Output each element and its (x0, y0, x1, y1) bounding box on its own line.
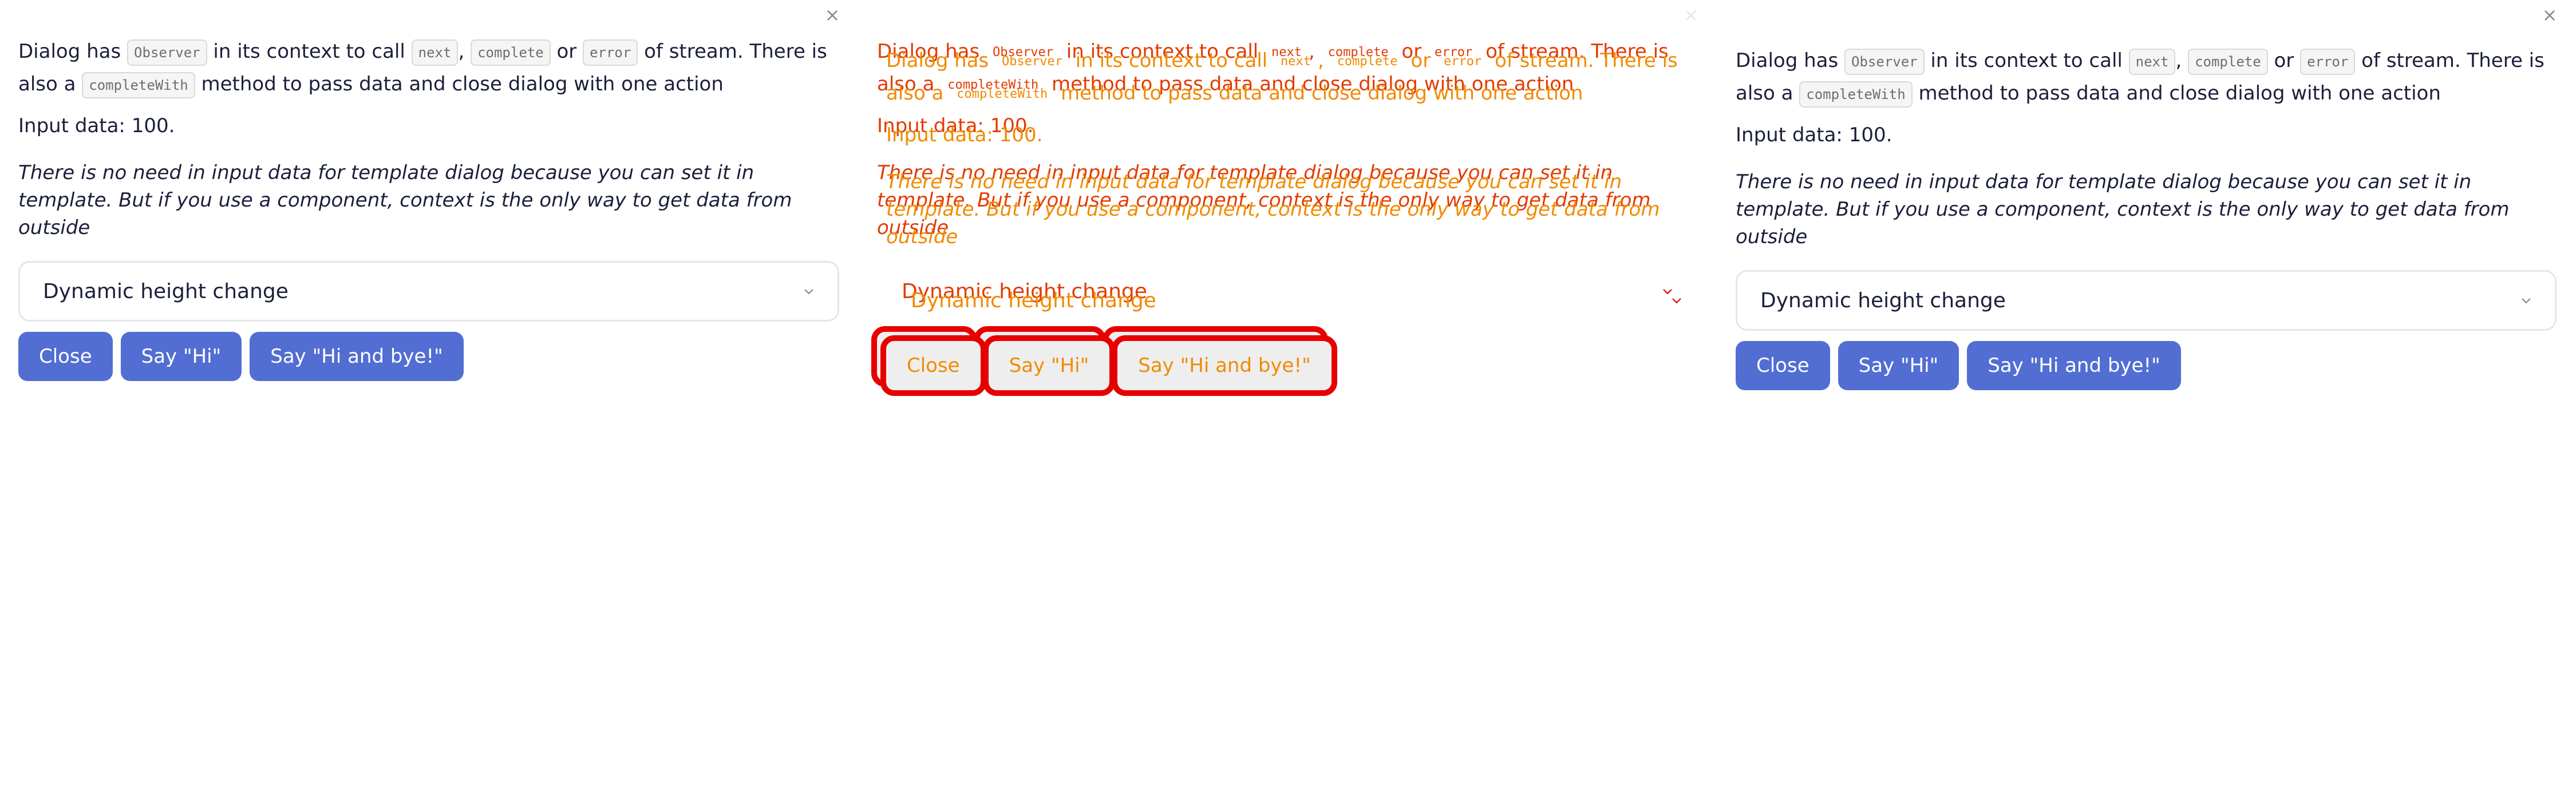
code-next: next (2128, 48, 2176, 75)
chevron-down-icon (1672, 298, 1681, 304)
code-complete-with: completeWith (957, 86, 1048, 101)
chevron-down-icon (2522, 298, 2531, 304)
code-next: next (1281, 54, 1311, 69)
say-hi-button[interactable]: Say "Hi" (982, 335, 1116, 396)
say-hi-button[interactable]: Say "Hi" (120, 332, 242, 381)
say-hi-button[interactable]: Say "Hi" (1838, 341, 1959, 390)
note-text: There is no need in input data for templ… (1736, 170, 2510, 248)
dialog-panel-left: × Dialog has Observer in its context to … (0, 0, 859, 801)
button-row: Close Say "Hi" Say "Hi and bye!" (18, 332, 843, 381)
select-value: Dynamic height change (43, 279, 289, 303)
description-paragraph: Dialog has Observer in its context to ca… (18, 35, 843, 101)
height-select[interactable]: Dynamic height change (886, 270, 1707, 331)
code-observer: Observer (127, 39, 207, 66)
say-hi-bye-button[interactable]: Say "Hi and bye!" (250, 332, 464, 381)
code-complete: complete (471, 39, 551, 66)
close-button[interactable]: Close (18, 332, 113, 381)
code-observer: Observer (1002, 54, 1062, 69)
say-hi-bye-button[interactable]: Say "Hi and bye!" (1112, 335, 1337, 396)
dialog-content: Dialog has Observer in its context to ca… (1736, 45, 2560, 390)
dialog-panel-right: × Dialog has Observer in its context to … (1717, 0, 2576, 801)
note-text: There is no need in input data for templ… (886, 170, 1660, 248)
code-complete-with: completeWith (1799, 81, 1913, 108)
chevron-down-icon (804, 289, 813, 295)
close-icon[interactable]: × (1683, 6, 1699, 24)
input-data-text: Input data: 100. (886, 124, 1043, 146)
select-value: Dynamic height change (1760, 288, 2006, 312)
code-complete: complete (2188, 48, 2268, 75)
close-button[interactable]: Close (880, 335, 986, 396)
description-paragraph: Dialog has Observer in its context to ca… (1736, 45, 2560, 110)
code-next: next (411, 39, 459, 66)
dialog-content: Dialog has Observer in its context to ca… (18, 35, 843, 381)
code-error: error (583, 39, 638, 66)
height-select[interactable]: Dynamic height change (1736, 270, 2557, 331)
code-complete: complete (1337, 54, 1398, 69)
close-icon[interactable]: × (824, 6, 840, 24)
code-error: error (1444, 54, 1482, 69)
button-row: Close Say "Hi" Say "Hi and bye!" (1736, 341, 2560, 390)
input-data-text: Input data: 100. (1736, 124, 1893, 146)
note-text: There is no need in input data for templ… (18, 161, 792, 239)
height-select[interactable]: Dynamic height change (18, 261, 839, 322)
diff-layer-orange: Dialog has Observer in its context to ca… (880, 45, 1710, 396)
close-button[interactable]: Close (1736, 341, 1830, 390)
input-data-text: Input data: 100. (18, 114, 175, 137)
code-observer: Observer (1844, 48, 1925, 75)
code-complete-with: completeWith (82, 72, 195, 98)
select-value: Dynamic height change (911, 288, 1156, 312)
code-error: error (2300, 48, 2356, 75)
say-hi-bye-button[interactable]: Say "Hi and bye!" (1967, 341, 2181, 390)
dialog-panel-diff: × Dialog has Observer in its context to … (859, 0, 1717, 801)
close-icon[interactable]: × (2542, 6, 2558, 24)
